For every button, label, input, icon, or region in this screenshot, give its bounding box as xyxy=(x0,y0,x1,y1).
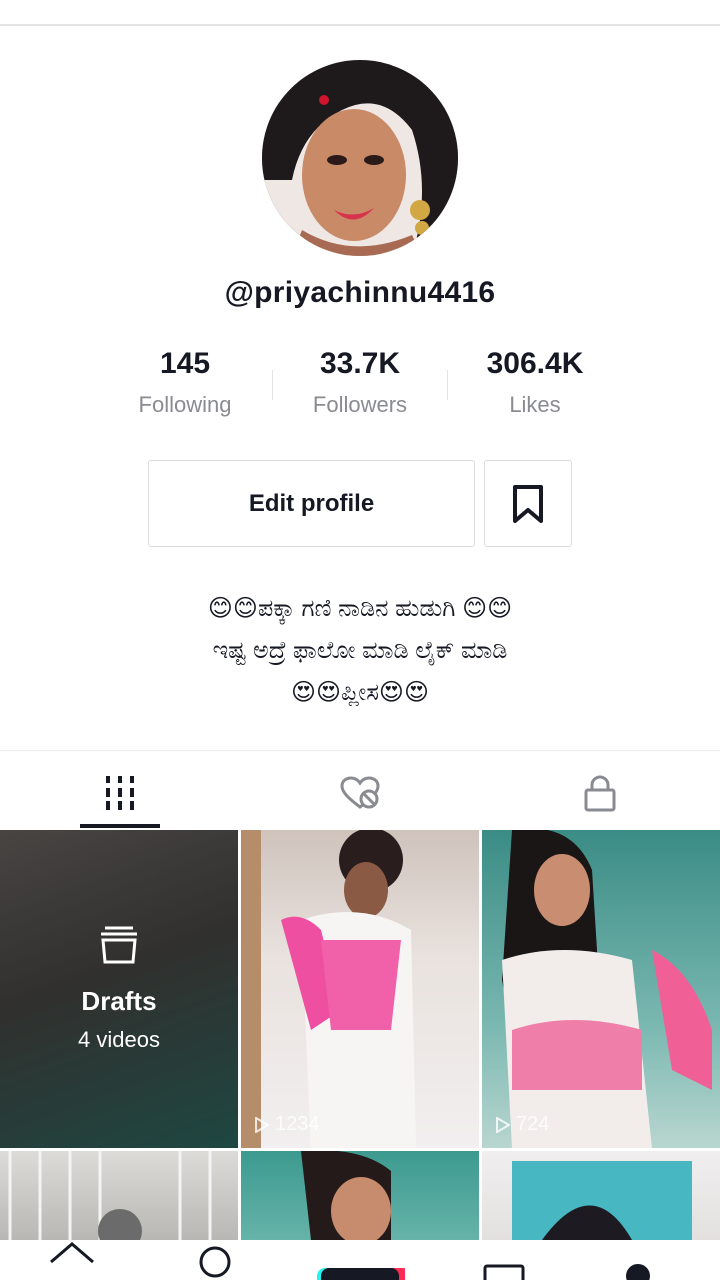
nav-inbox[interactable] xyxy=(432,1240,576,1280)
stat-likes[interactable]: 306.4K Likes xyxy=(445,344,625,420)
likes-count: 306.4K xyxy=(486,347,584,380)
video-thumbnail[interactable]: 724 xyxy=(482,830,720,1148)
tabs-divider xyxy=(0,750,720,751)
status-bar xyxy=(0,0,720,26)
drafts-tile[interactable]: Drafts 4 videos xyxy=(0,830,238,1148)
followers-count: 33.7K xyxy=(319,347,401,380)
active-tab-indicator xyxy=(80,824,160,828)
view-count-value: 1234 xyxy=(275,1113,320,1135)
liked-hidden-icon xyxy=(340,776,380,809)
bookmark-icon xyxy=(513,484,543,523)
avatar[interactable] xyxy=(262,60,458,256)
stat-followers[interactable]: 33.7K Followers xyxy=(270,344,450,420)
drafts-count: 4 videos xyxy=(78,1026,160,1052)
video-thumbnail[interactable] xyxy=(482,1151,720,1240)
following-count: 145 xyxy=(159,347,211,380)
create-icon xyxy=(317,1268,405,1280)
drafts-overlay: Drafts 4 videos xyxy=(0,830,238,1148)
followers-label: Followers xyxy=(312,392,408,417)
bio-line: 😍😍ಪ್ಲೀಸ😍😍 xyxy=(291,679,429,706)
avatar-image xyxy=(262,60,458,256)
nav-home[interactable] xyxy=(0,1240,144,1280)
play-icon xyxy=(255,1116,269,1133)
tab-liked[interactable] xyxy=(240,760,480,826)
video-image xyxy=(8,1151,212,1240)
bio: 😊😊ಪಕ್ಕಾ ಗಣಿ ನಾಡಿನ ಹುಡುಗಿ 😊😊 ಇಷ್ಟ ಅದ್ರೆ ಫ… xyxy=(0,588,720,714)
video-grid: Drafts 4 videos 1234 724 xyxy=(0,830,720,1240)
video-thumbnail[interactable]: 1234 xyxy=(241,830,479,1148)
likes-label: Likes xyxy=(509,392,561,417)
nav-discover[interactable] xyxy=(144,1240,288,1280)
discover-icon xyxy=(199,1246,231,1278)
stat-following[interactable]: 145 Following xyxy=(95,344,275,420)
bio-line: 😊😊ಪಕ್ಕಾ ಗಣಿ ನಾಡಿನ ಹುಡುಗಿ 😊😊 xyxy=(207,595,513,622)
nav-create[interactable] xyxy=(288,1240,432,1280)
video-image xyxy=(502,830,712,1148)
video-image xyxy=(301,1151,391,1240)
home-icon xyxy=(50,1242,94,1264)
drafts-title: Drafts xyxy=(81,985,157,1016)
tab-private[interactable] xyxy=(480,760,720,826)
edit-profile-button[interactable]: Edit profile xyxy=(148,460,475,547)
following-label: Following xyxy=(138,392,232,417)
video-image xyxy=(241,830,416,1148)
video-thumbnail[interactable] xyxy=(0,1151,238,1240)
video-thumbnail[interactable] xyxy=(241,1151,479,1240)
video-image xyxy=(512,1161,692,1240)
tab-videos[interactable] xyxy=(0,760,240,826)
username: @priyachinnu4416 xyxy=(224,276,496,309)
bookmark-button[interactable] xyxy=(484,460,572,547)
play-icon xyxy=(496,1116,510,1133)
view-count: 1234 xyxy=(255,1113,320,1136)
lock-icon xyxy=(584,775,616,812)
bio-line: ಇಷ್ಟ ಅದ್ರೆ ಫಾಲೋ ಮಾಡಿ ಲೈಕ್ ಮಾಡಿ xyxy=(212,637,508,664)
grid-icon xyxy=(106,776,134,810)
inbox-icon xyxy=(483,1264,525,1280)
view-count-value: 724 xyxy=(516,1113,550,1135)
view-count: 724 xyxy=(496,1113,549,1136)
bottom-nav xyxy=(0,1240,720,1280)
drafts-icon xyxy=(101,926,137,963)
profile-icon xyxy=(626,1264,650,1280)
nav-profile[interactable] xyxy=(576,1240,720,1280)
